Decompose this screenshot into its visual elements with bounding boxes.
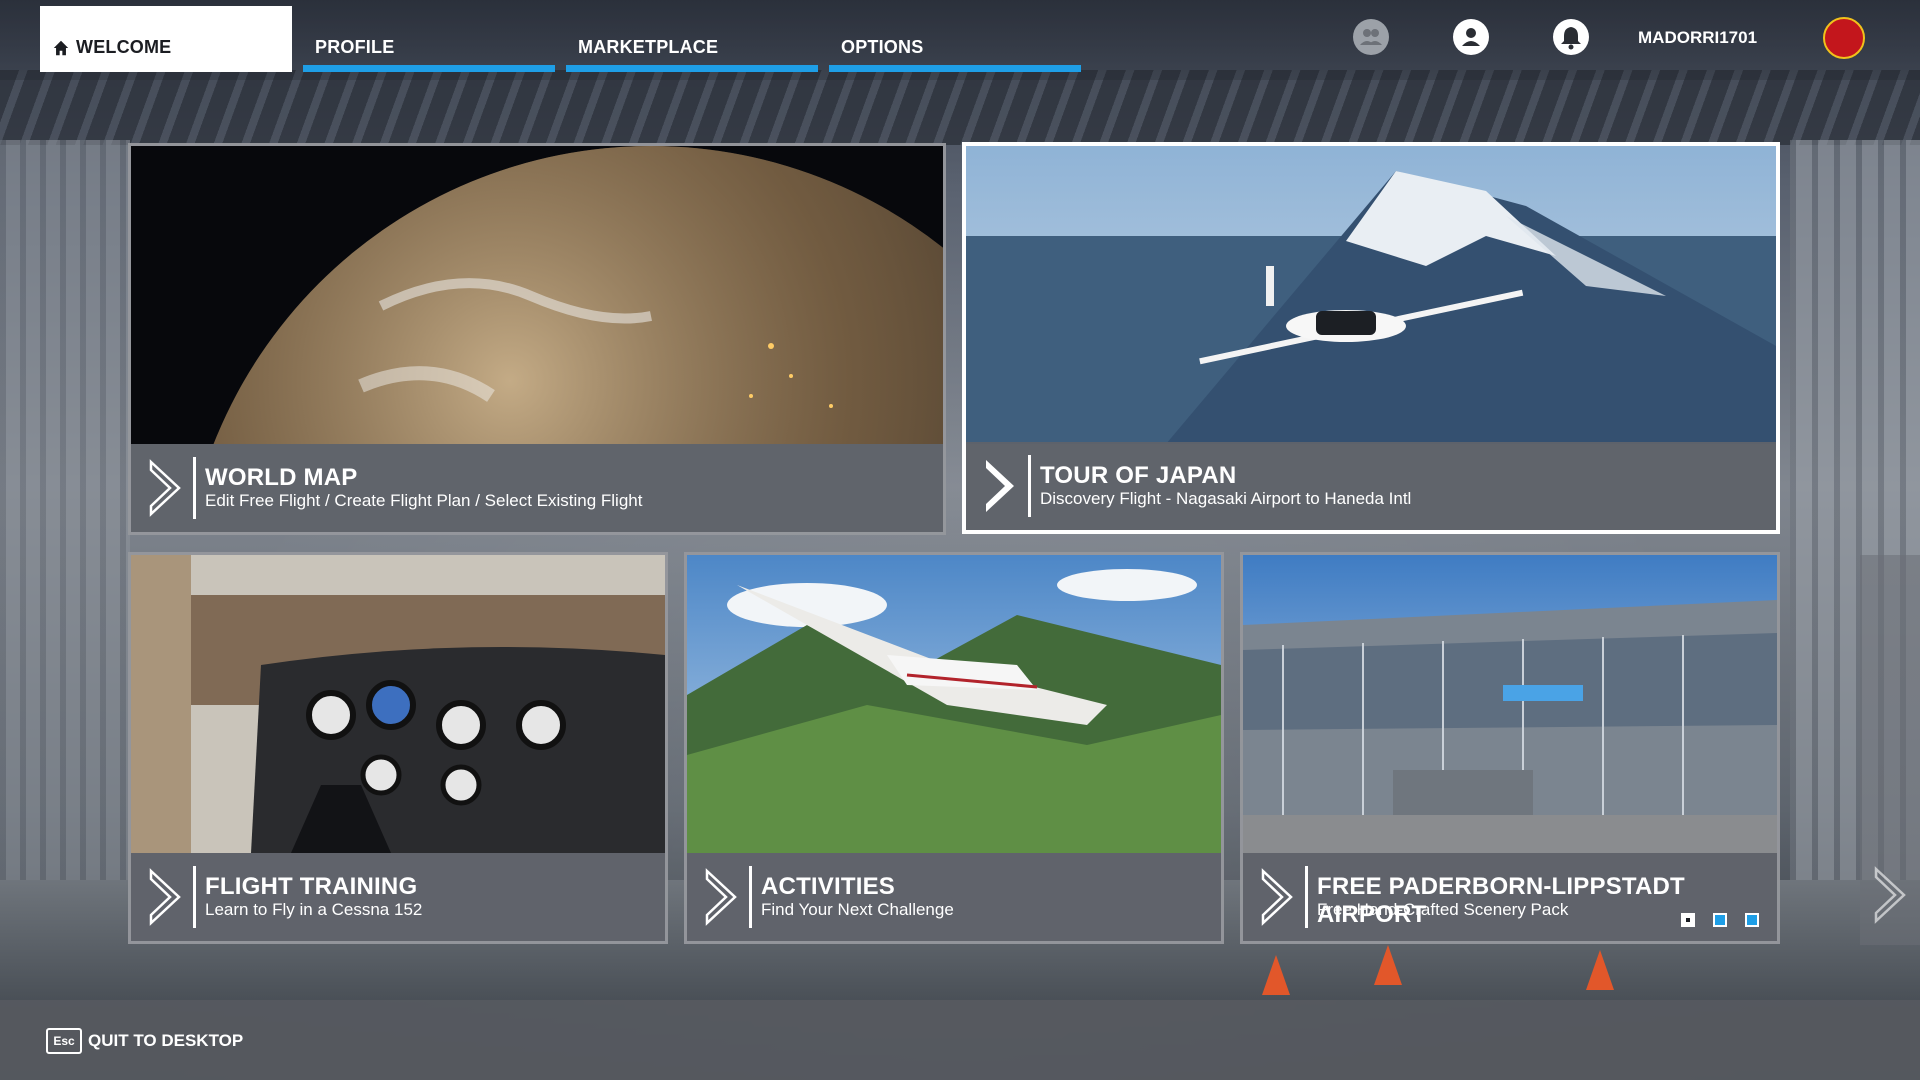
hangar-roof [0,70,1920,145]
chevron-right-icon [701,867,741,927]
quit-to-desktop-button[interactable]: QUIT TO DESKTOP [88,1031,243,1051]
caption-separator [193,457,196,519]
tab-underline [829,65,1081,72]
chevron-right-icon [980,456,1020,516]
card-title: FLIGHT TRAINING [205,873,418,900]
card-subtitle: Edit Free Flight / Create Flight Plan / … [205,491,643,510]
card-subtitle: Discovery Flight - Nagasaki Airport to H… [1040,489,1412,508]
traffic-cone [1262,955,1290,995]
card-subtitle: Free Hand-Crafted Scenery Pack [1317,900,1569,919]
tab-underline [303,65,555,72]
hangar-wall-left [0,140,130,900]
card-caption: ACTIVITIES Find Your Next Challenge [687,853,1221,941]
home-icon [53,40,69,56]
tab-marketplace[interactable]: MARKETPLACE [566,6,818,72]
tab-welcome[interactable]: WELCOME [40,6,292,72]
card-flight-training[interactable]: FLIGHT TRAINING Learn to Fly in a Cessna… [128,552,668,944]
card-title: WORLD MAP [205,464,358,491]
profile-icon[interactable] [1452,18,1490,56]
top-navigation: WELCOME PROFILE MARKETPLACE OPTIONS MADO… [0,0,1920,80]
tab-label: PROFILE [315,37,395,57]
caption-separator [1305,866,1308,928]
pager-dot-1[interactable] [1681,913,1695,927]
card-paderborn-airport[interactable]: FREE PADERBORN-LIPPSTADT AIRPORT Free Ha… [1240,552,1780,944]
card-title: TOUR OF JAPAN [1040,462,1237,489]
carousel-pager [1681,913,1759,927]
card-subtitle: Find Your Next Challenge [761,900,954,919]
card-caption: WORLD MAP Edit Free Flight / Create Flig… [131,444,943,532]
chevron-right-icon [1257,867,1297,927]
pager-dot-2[interactable] [1713,913,1727,927]
chevron-right-icon [1874,866,1906,924]
avatar[interactable] [1823,17,1865,59]
esc-key-icon: Esc [46,1028,82,1054]
card-subtitle: Learn to Fly in a Cessna 152 [205,900,423,919]
activities-image [687,555,1221,853]
username[interactable]: MADORRI1701 [1638,28,1757,48]
traffic-cone [1374,945,1402,985]
bottom-bar: Esc QUIT TO DESKTOP [0,1000,1920,1080]
chevron-right-icon [145,458,185,518]
card-caption: FLIGHT TRAINING Learn to Fly in a Cessna… [131,853,665,941]
tab-label: MARKETPLACE [578,37,719,57]
tab-profile[interactable]: PROFILE [303,6,555,72]
tab-label: OPTIONS [841,37,924,57]
flight-training-image [131,555,665,853]
tour-of-japan-image [966,146,1776,444]
card-caption: FREE PADERBORN-LIPPSTADT AIRPORT Free Ha… [1243,853,1777,941]
next-card-peek[interactable] [1860,555,1920,945]
traffic-cone [1586,950,1614,990]
tab-underline [566,65,818,72]
pager-dot-3[interactable] [1745,913,1759,927]
card-title: ACTIVITIES [761,873,896,900]
card-world-map[interactable]: WORLD MAP Edit Free Flight / Create Flig… [128,143,946,535]
paderborn-airport-image [1243,555,1777,853]
world-map-image [131,146,943,444]
friends-icon[interactable] [1352,18,1390,56]
caption-separator [749,866,752,928]
tab-options[interactable]: OPTIONS [829,6,1081,72]
card-activities[interactable]: ACTIVITIES Find Your Next Challenge [684,552,1224,944]
notifications-icon[interactable] [1552,18,1590,56]
card-tour-of-japan[interactable]: TOUR OF JAPAN Discovery Flight - Nagasak… [962,142,1780,534]
caption-separator [1028,455,1031,517]
caption-separator [193,866,196,928]
tab-label: WELCOME [76,37,172,57]
chevron-right-icon [145,867,185,927]
card-caption: TOUR OF JAPAN Discovery Flight - Nagasak… [966,442,1776,530]
